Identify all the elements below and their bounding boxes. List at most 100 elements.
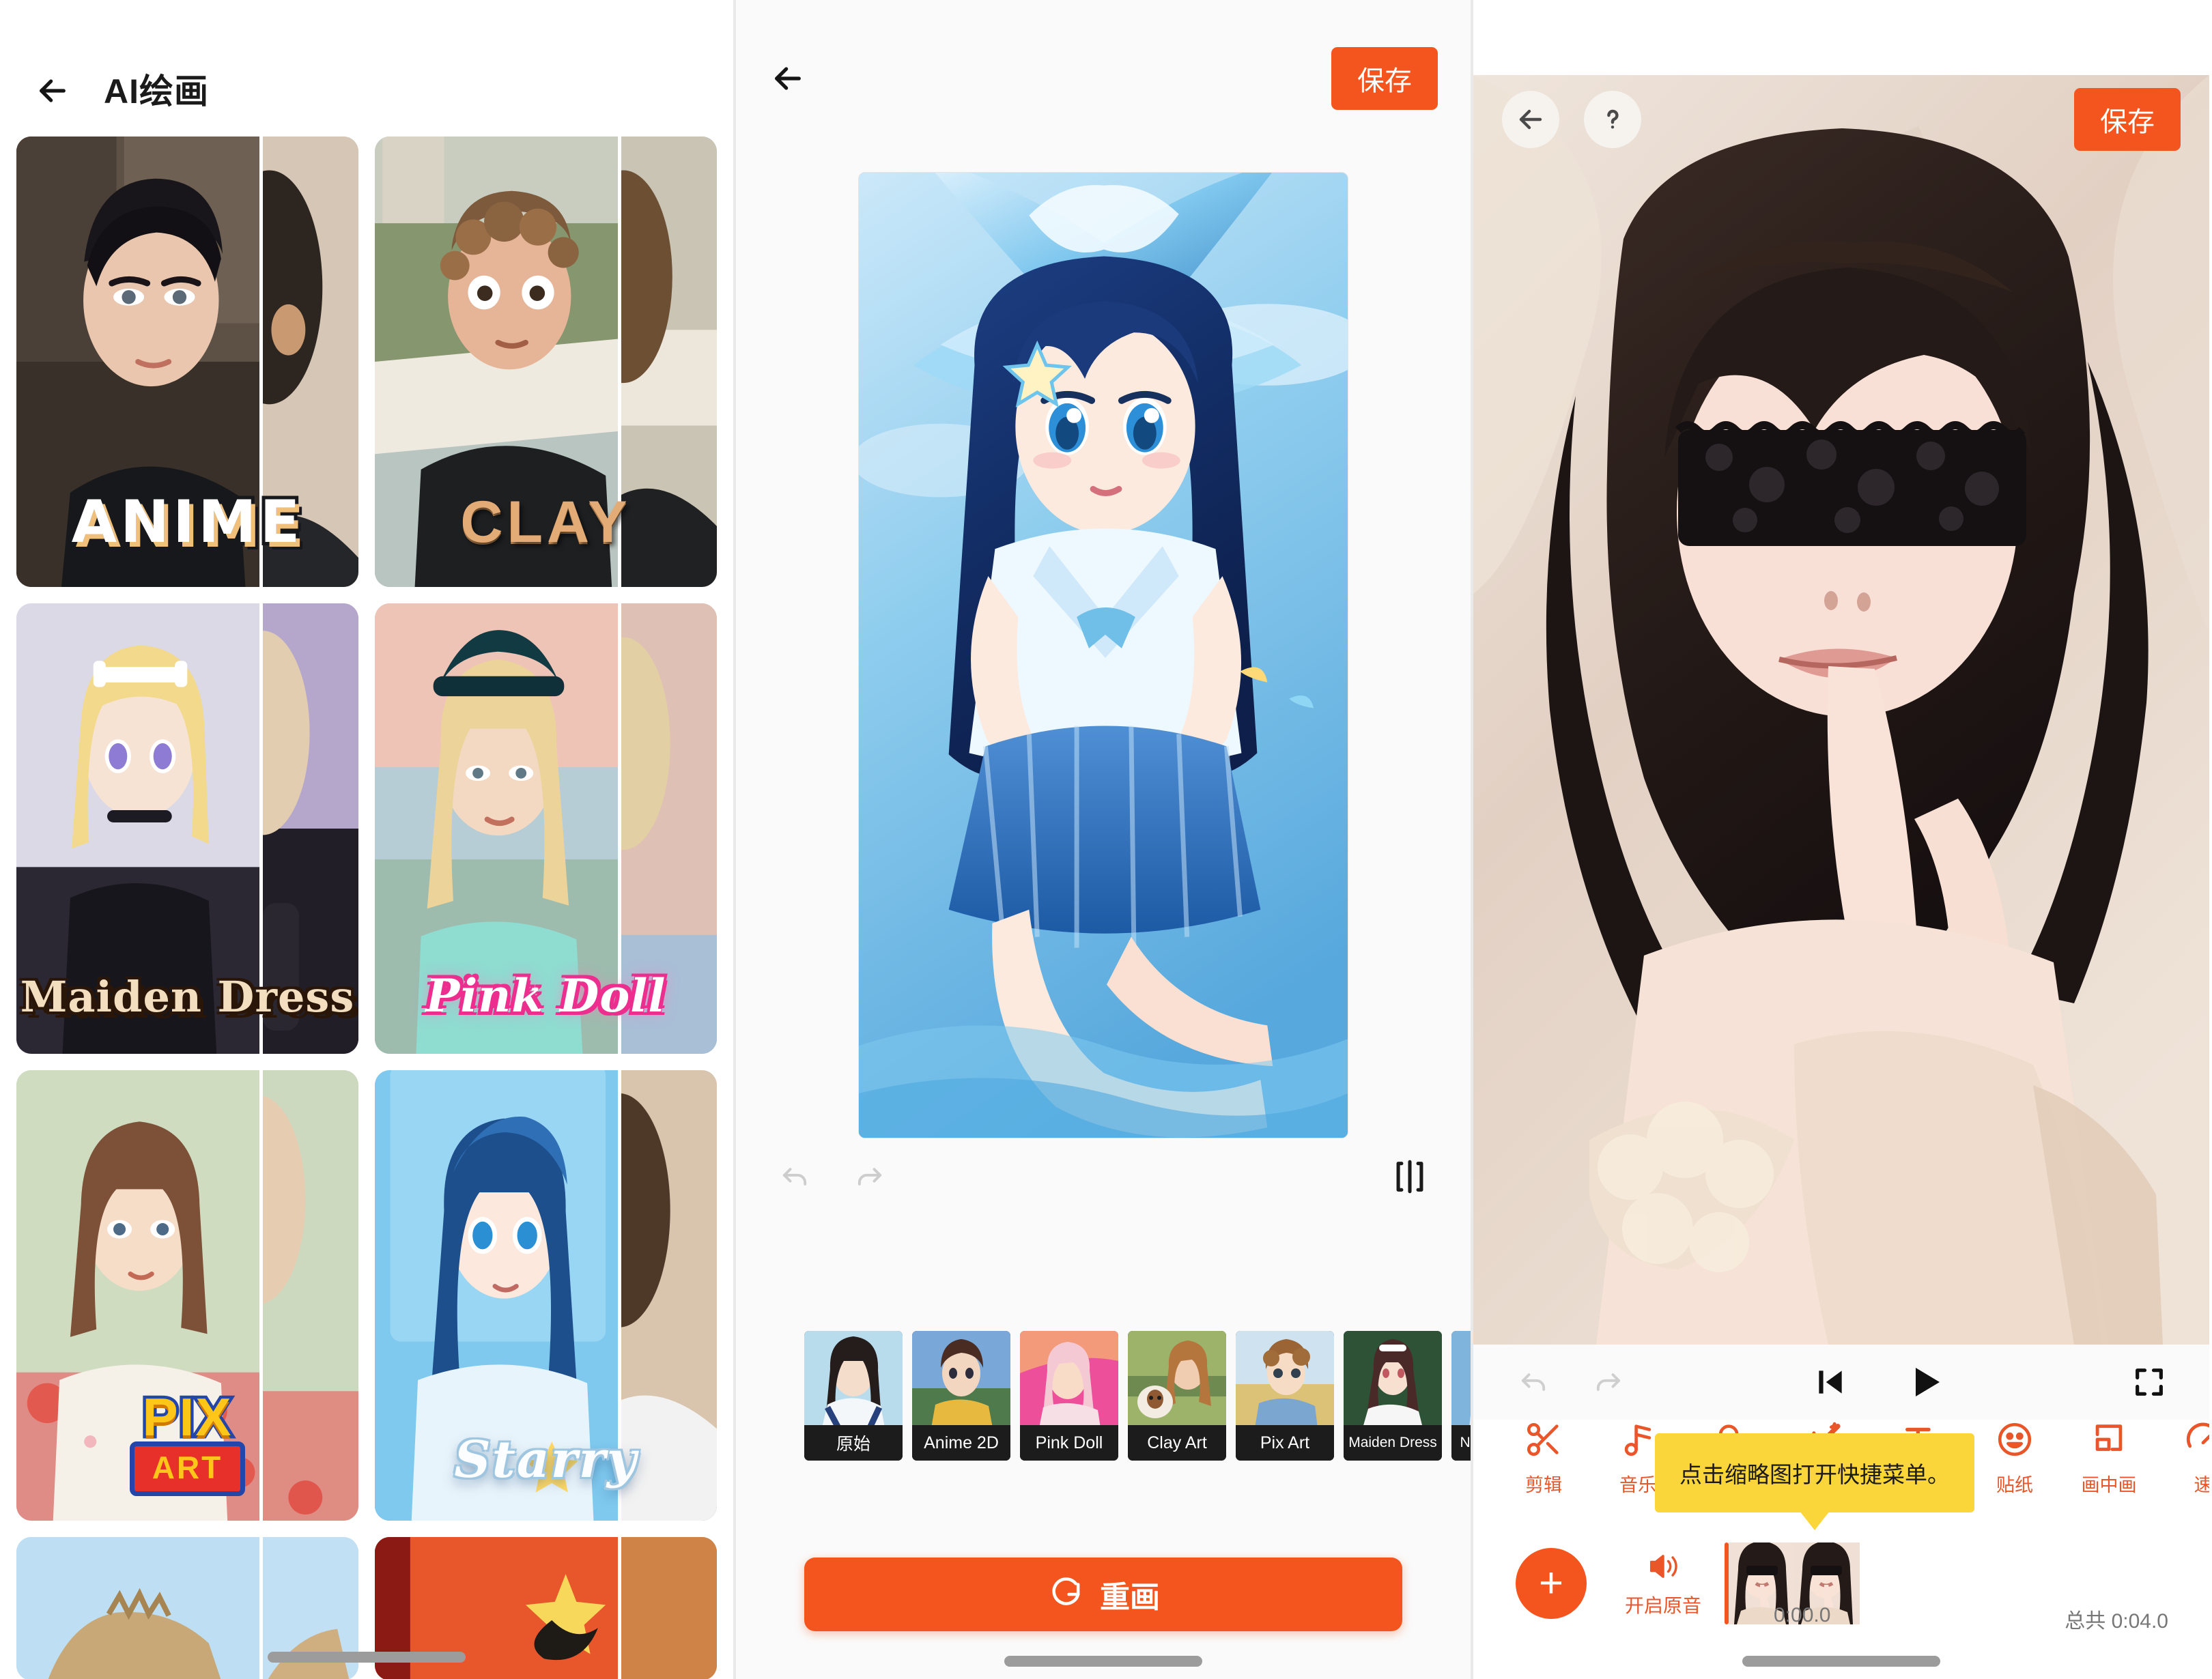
home-indicator[interactable] — [268, 1652, 466, 1663]
compare-button[interactable] — [1390, 1157, 1430, 1196]
style-card-label: Starry — [454, 1431, 638, 1489]
style-card-pink-doll[interactable]: Pink Doll — [375, 603, 717, 1054]
pink-doll-thumb — [1020, 1331, 1118, 1428]
card-image-stylized — [16, 1537, 263, 1679]
thumb-image — [1020, 1331, 1118, 1428]
redraw-label: 重画 — [1100, 1581, 1160, 1614]
thumb-image — [1128, 1331, 1226, 1428]
style-thumb-anime-2d[interactable]: Anime 2D — [912, 1331, 1010, 1461]
style-card-label: CLAY — [460, 489, 632, 555]
tool-label: 音乐 — [1619, 1475, 1656, 1495]
generated-image-preview[interactable] — [858, 172, 1348, 1138]
style-card-label-top: PIX — [139, 1384, 234, 1450]
timeline-times: 0:00.0 总共 0:04.0 — [1473, 1604, 2209, 1634]
blue-witch-anime-illustration — [859, 173, 1348, 1138]
refresh-icon — [1052, 1577, 1080, 1605]
undo-button[interactable] — [1516, 1364, 1551, 1400]
style-card-maiden-dress[interactable]: Maiden Dress — [16, 603, 358, 1054]
speaker-on-icon — [1649, 1555, 1677, 1578]
blindfolded-woman-photo — [1473, 75, 2209, 1345]
redo-button[interactable] — [852, 1159, 888, 1194]
tool-label: 剪辑 — [1525, 1475, 1562, 1495]
thumb-image — [1236, 1331, 1334, 1428]
panel-ai-draw-gallery: AI绘画 ANIME CLAY Maiden Dress Pink Doll P… — [0, 0, 736, 1679]
home-indicator[interactable] — [1004, 1656, 1202, 1667]
save-button[interactable]: 保存 — [1331, 47, 1438, 110]
style-thumb-pix-art[interactable]: Pix Art — [1236, 1331, 1334, 1461]
question-mark-icon — [1607, 109, 1619, 129]
tool-sticker[interactable]: 贴纸 — [1968, 1420, 2062, 1529]
thumb-label: 原始 — [804, 1425, 903, 1461]
style-card-grid: ANIME CLAY Maiden Dress Pink Doll PIX AR… — [0, 137, 733, 1679]
thumb-image — [912, 1331, 1010, 1428]
scissors-icon — [1527, 1422, 1559, 1456]
home-indicator[interactable] — [1742, 1656, 1940, 1667]
help-button[interactable] — [1584, 91, 1641, 148]
save-button[interactable]: 保存 — [2074, 88, 2181, 151]
three-panel-screenshot: AI绘画 ANIME CLAY Maiden Dress Pink Doll P… — [0, 0, 2212, 1679]
video-preview[interactable] — [1473, 75, 2209, 1345]
video-top-bar: 保存 — [1473, 75, 2209, 164]
style-card-label-bottom: ART — [129, 1441, 246, 1496]
redo-button[interactable] — [1591, 1364, 1626, 1400]
current-time: 0:00.0 — [1774, 1604, 1831, 1626]
back-button[interactable] — [769, 59, 807, 98]
thumb-image — [1344, 1331, 1442, 1428]
preview-actions — [736, 1138, 1471, 1215]
skip-to-start-button[interactable] — [1813, 1365, 1847, 1399]
original-photo — [621, 1537, 717, 1679]
undo-button[interactable] — [777, 1159, 812, 1194]
panel-ai-result-editor: 保存 原始 Anime 2D Pink Doll Clay Art Pix Ar… — [736, 0, 1473, 1679]
style-card-label: Maiden Dress — [20, 971, 355, 1022]
arrow-left-icon — [775, 67, 801, 90]
style-thumb-clay-art[interactable]: Clay Art — [1128, 1331, 1226, 1461]
undo-icon — [1521, 1373, 1546, 1391]
pix-art-thumb — [1236, 1331, 1334, 1428]
thumb-label: Clay Art — [1128, 1425, 1226, 1461]
play-icon — [1916, 1368, 1940, 1396]
editor-app-bar: 保存 — [736, 0, 1471, 137]
undo-icon — [782, 1168, 807, 1186]
clay-art-thumb — [1128, 1331, 1226, 1428]
panel-video-editor: 保存 剪辑 音乐 贴纸 画中画 速 点击缩略图打开快捷菜单。 + 开启原音 0:… — [1473, 0, 2209, 1679]
thumb-label: Anime 2D — [912, 1425, 1010, 1461]
style-thumbnail-strip[interactable]: 原始 Anime 2D Pink Doll Clay Art Pix Art M… — [736, 1331, 1471, 1467]
redraw-button[interactable]: 重画 — [804, 1558, 1402, 1631]
page-title: AI绘画 — [104, 72, 209, 111]
back-button[interactable] — [30, 68, 75, 113]
tool-speed[interactable]: 速 — [2156, 1420, 2209, 1529]
skip-to-start-icon — [1819, 1371, 1842, 1394]
tool-pip[interactable]: 画中画 — [2062, 1420, 2156, 1529]
anime-2d-thumb — [912, 1331, 1010, 1428]
style-thumb-pink-doll[interactable]: Pink Doll — [1020, 1331, 1118, 1461]
tool-trim[interactable]: 剪辑 — [1497, 1420, 1591, 1529]
compare-split-icon — [1396, 1160, 1423, 1194]
style-card-clay[interactable]: CLAY — [375, 137, 717, 587]
style-card-anime[interactable]: ANIME — [16, 137, 358, 587]
style-thumb-nostalgia-art[interactable]: Nostalgia Art — [1451, 1331, 1471, 1461]
fullscreen-button[interactable] — [2131, 1364, 2167, 1400]
total-time: 总共 0:04.0 — [2065, 1610, 2168, 1633]
smiley-sticker-icon — [1998, 1422, 2032, 1456]
thumb-label: Nostalgia Art — [1451, 1425, 1471, 1461]
music-note-icon — [1624, 1424, 1651, 1456]
thumb-image — [804, 1331, 903, 1428]
thumb-image — [1451, 1331, 1471, 1428]
card-compare-divider — [259, 1537, 263, 1679]
tooltip-hint: 点击缩略图打开快捷菜单。 — [1655, 1433, 1974, 1512]
redo-icon — [857, 1168, 882, 1186]
arrow-left-icon — [1519, 109, 1542, 130]
tool-label: 速 — [2194, 1475, 2210, 1495]
tooltip-text: 点击缩略图打开快捷菜单。 — [1679, 1462, 1950, 1487]
play-button[interactable] — [1906, 1363, 1944, 1401]
style-card-starry[interactable]: Starry — [375, 1070, 717, 1521]
tool-label: 贴纸 — [1996, 1475, 2033, 1495]
thumb-label: Maiden Dress — [1344, 1425, 1442, 1461]
back-button[interactable] — [1502, 91, 1559, 148]
tool-label: 画中画 — [2081, 1475, 2137, 1495]
gallery-app-bar: AI绘画 — [0, 0, 733, 137]
picture-in-picture-icon — [2095, 1424, 2123, 1451]
style-card-pix-art[interactable]: PIX ART — [16, 1070, 358, 1521]
style-thumb-original[interactable]: 原始 — [804, 1331, 903, 1461]
style-thumb-maiden-dress[interactable]: Maiden Dress — [1344, 1331, 1442, 1461]
